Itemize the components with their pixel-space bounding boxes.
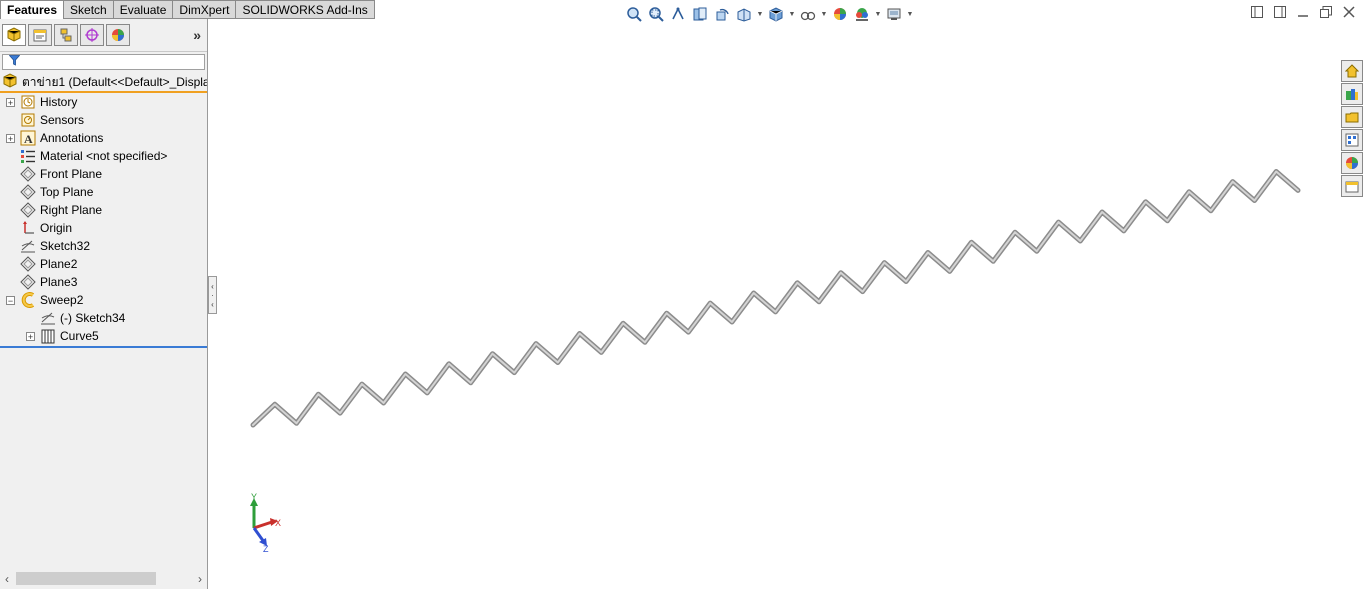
tree-item-plane2[interactable]: Plane2 xyxy=(0,255,207,273)
view-palette-icon[interactable] xyxy=(1341,129,1363,151)
tile-left-icon[interactable] xyxy=(1248,4,1265,20)
tab-evaluate[interactable]: Evaluate xyxy=(113,0,174,19)
panel-collapse-handle[interactable]: ‹ · ‹ xyxy=(208,276,217,314)
window-controls xyxy=(1248,4,1357,20)
tree-item-label: Curve5 xyxy=(60,329,99,343)
origin-icon xyxy=(19,220,37,236)
close-icon[interactable] xyxy=(1340,4,1357,20)
feature-manager-tab-icon[interactable] xyxy=(2,24,26,46)
expand-panel-button[interactable]: » xyxy=(193,27,201,43)
file-explorer-icon[interactable] xyxy=(1341,106,1363,128)
appearances-scenes-icon[interactable] xyxy=(1341,152,1363,174)
tree-item-label: Material <not specified> xyxy=(40,149,168,163)
tree-item-plane3[interactable]: Plane3 xyxy=(0,273,207,291)
command-manager-tabs: Features Sketch Evaluate DimXpert SOLIDW… xyxy=(0,0,375,19)
tree-filter[interactable] xyxy=(2,54,205,70)
annotations-icon: A xyxy=(19,130,37,146)
swept-spring-body[interactable] xyxy=(250,169,1301,428)
expand-icon[interactable]: + xyxy=(6,133,15,143)
tree-item-label: Right Plane xyxy=(40,203,103,217)
triad-x-label: X xyxy=(275,518,281,528)
plane-icon xyxy=(19,184,37,200)
tab-sketch[interactable]: Sketch xyxy=(64,0,114,19)
tree-item-sensors[interactable]: Sensors xyxy=(0,111,207,129)
filter-icon xyxy=(8,55,21,69)
tree-item-history[interactable]: + History xyxy=(0,93,207,111)
tab-features[interactable]: Features xyxy=(0,0,65,19)
panel-tabs: » xyxy=(0,19,207,52)
sweep-icon xyxy=(19,292,37,308)
minimize-icon[interactable] xyxy=(1294,4,1311,20)
tab-solidworks-addins[interactable]: SOLIDWORKS Add-Ins xyxy=(236,0,375,19)
restore-icon[interactable] xyxy=(1317,4,1334,20)
graphics-area[interactable] xyxy=(217,19,1341,589)
plane-icon xyxy=(19,256,37,272)
triad-y-label: Y xyxy=(251,492,257,502)
part-root-node[interactable]: ตาข่าย1 (Default<<Default>_Displa xyxy=(0,73,207,93)
task-pane-tabs xyxy=(1341,60,1365,197)
tab-dimxpert[interactable]: DimXpert xyxy=(173,0,237,19)
collapse-left-icon-2: ‹ xyxy=(211,299,214,309)
display-manager-tab-icon[interactable] xyxy=(106,24,130,46)
custom-properties-icon[interactable] xyxy=(1341,175,1363,197)
material-icon xyxy=(19,148,37,164)
tree-item-curve5[interactable]: + Curve5 xyxy=(0,327,207,345)
plane-icon xyxy=(19,166,37,182)
part-root-label: ตาข่าย1 (Default<<Default>_Displa xyxy=(22,74,207,89)
expand-icon[interactable]: + xyxy=(6,97,15,107)
tree-item-annotations[interactable]: + A Annotations xyxy=(0,129,207,147)
tree-item-label: (-) Sketch34 xyxy=(60,311,126,325)
tree-item-label: Top Plane xyxy=(40,185,94,199)
part-icon xyxy=(2,73,18,91)
tree-item-sweep2[interactable]: − Sweep2 xyxy=(0,291,207,309)
tree-item-label: Front Plane xyxy=(40,167,103,181)
history-icon xyxy=(19,94,37,110)
reference-triad: Y X Z xyxy=(250,492,281,554)
tree-item-top-plane[interactable]: Top Plane xyxy=(0,183,207,201)
tree-item-label: History xyxy=(40,95,78,109)
configuration-manager-tab-icon[interactable] xyxy=(54,24,78,46)
tree-item-sketch34[interactable]: (-) Sketch34 xyxy=(0,309,207,327)
property-manager-tab-icon[interactable] xyxy=(28,24,52,46)
scrollbar-thumb[interactable] xyxy=(16,572,156,585)
dimxpert-manager-tab-icon[interactable] xyxy=(80,24,104,46)
rollback-bar[interactable] xyxy=(0,346,207,348)
tree-item-label: Plane3 xyxy=(40,275,78,289)
tree-item-sketch32[interactable]: Sketch32 xyxy=(0,237,207,255)
tree-item-right-plane[interactable]: Right Plane xyxy=(0,201,207,219)
tree-item-front-plane[interactable]: Front Plane xyxy=(0,165,207,183)
sketch-icon xyxy=(39,310,57,326)
tree-item-label: Sketch32 xyxy=(40,239,91,253)
plane-icon xyxy=(19,274,37,290)
tree-item-label: Annotations xyxy=(40,131,104,145)
curve-icon xyxy=(39,328,57,344)
expand-icon[interactable]: + xyxy=(26,331,35,341)
horizontal-scrollbar[interactable]: ‹ › xyxy=(0,571,207,587)
feature-tree: + History Sensors + A Annotations Material <no… xyxy=(0,93,207,345)
plane-icon xyxy=(19,202,37,218)
tree-item-origin[interactable]: Origin xyxy=(0,219,207,237)
tree-item-label: Origin xyxy=(40,221,73,235)
collapse-left-icon: ‹ xyxy=(211,281,214,291)
tree-item-label: Sensors xyxy=(40,113,85,127)
sensors-icon xyxy=(19,112,37,128)
tile-right-icon[interactable] xyxy=(1271,4,1288,20)
scroll-left-icon[interactable]: ‹ xyxy=(0,572,14,586)
scroll-right-icon[interactable]: › xyxy=(193,572,207,586)
triad-z-label: Z xyxy=(263,544,269,554)
tree-item-label: Sweep2 xyxy=(40,293,84,307)
svg-text:A: A xyxy=(24,132,33,146)
design-library-icon[interactable] xyxy=(1341,83,1363,105)
collapse-dots-icon: · xyxy=(211,290,214,300)
collapse-icon[interactable]: − xyxy=(6,295,15,305)
sketch-icon xyxy=(19,238,37,254)
solidworks-resources-icon[interactable] xyxy=(1341,60,1363,82)
tree-item-material-not-specified[interactable]: Material <not specified> xyxy=(0,147,207,165)
tree-item-label: Plane2 xyxy=(40,257,78,271)
feature-manager-panel: » ตาข่าย1 (Default<<Default>_Displa + His… xyxy=(0,19,208,589)
